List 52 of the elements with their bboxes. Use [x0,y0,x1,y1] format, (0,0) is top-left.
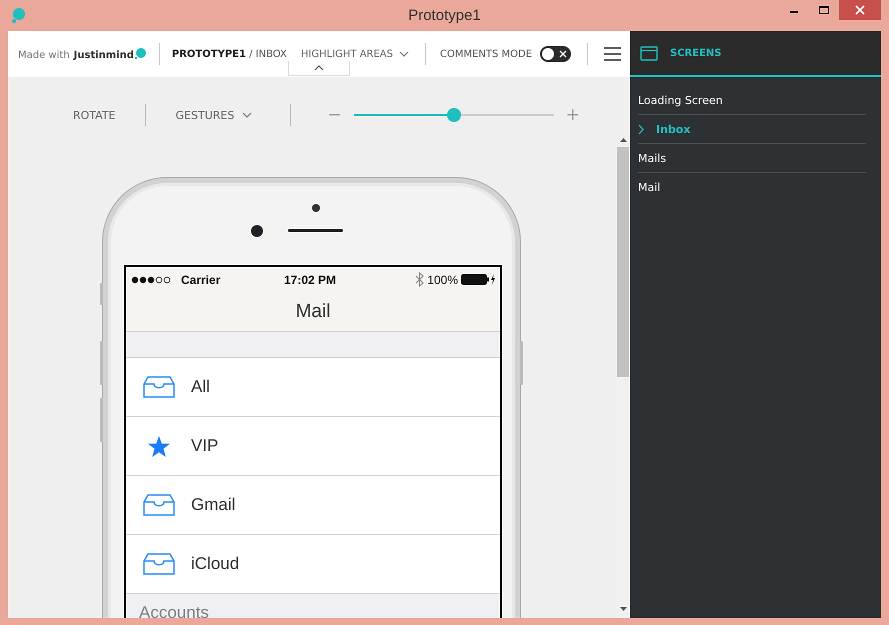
screen-item[interactable]: Mail [638,173,866,201]
window-title: Prototype1 [408,7,481,24]
close-button[interactable] [839,0,881,20]
star-icon [146,434,170,458]
camera-icon [250,224,264,238]
chevron-down-icon [399,51,409,57]
screen-name: Loading Screen [638,94,723,106]
mailbox-row[interactable]: Gmail [126,476,500,535]
screen-name: Mail [638,180,660,194]
close-icon [855,5,865,15]
window-icon [640,46,658,60]
tray-icon [142,553,174,575]
section-header: Accounts [126,594,500,618]
status-time: 17:02 PM [284,273,336,287]
brand-logo-icon [134,47,147,60]
screen-name: Inbox [656,122,690,136]
tray-icon [142,376,174,398]
menu-icon [604,47,622,61]
carrier-label: Carrier [181,272,220,286]
screen-item[interactable]: Inbox [638,115,866,144]
brand-name: Justinmind [74,50,134,61]
battery-percent: 100% [427,272,458,286]
chevron-down-icon [242,112,252,118]
cross-icon [559,50,568,58]
sensor-icon [312,204,320,212]
maximize-icon [819,6,829,14]
comments-mode-label: COMMENTS MODE [440,48,532,60]
zoom-slider-thumb[interactable] [446,108,461,122]
tray-icon [142,494,174,516]
chevron-right-icon [638,124,644,134]
speaker-grille [288,229,343,232]
brand-text: Made with [18,50,70,61]
highlight-areas-dropdown[interactable]: HIGHLIGHT AREAS [300,48,409,60]
screen-item[interactable]: Mails [638,144,866,173]
screen-name: Mails [638,152,666,164]
mailbox-row[interactable]: VIP [126,417,500,476]
scroll-down-icon [618,606,628,612]
mailbox-row[interactable]: All [126,358,500,417]
scroll-up-icon [618,137,628,143]
screen-item[interactable]: Loading Screen [638,86,866,115]
comments-toggle[interactable] [540,46,572,62]
rotate-button[interactable]: ROTATE [73,108,116,122]
gestures-dropdown[interactable]: GESTURES [176,108,252,122]
chevron-up-icon [314,65,324,71]
panel-title: SCREENS [670,48,722,58]
menu-button[interactable] [604,47,622,61]
bluetooth-icon [415,272,424,287]
nav-title: Mail [126,292,500,332]
app-logo-icon [11,7,27,24]
battery-icon [461,274,495,285]
signal-icon [131,276,171,284]
breadcrumb: PROTOTYPE1 / INBOX [172,48,287,60]
